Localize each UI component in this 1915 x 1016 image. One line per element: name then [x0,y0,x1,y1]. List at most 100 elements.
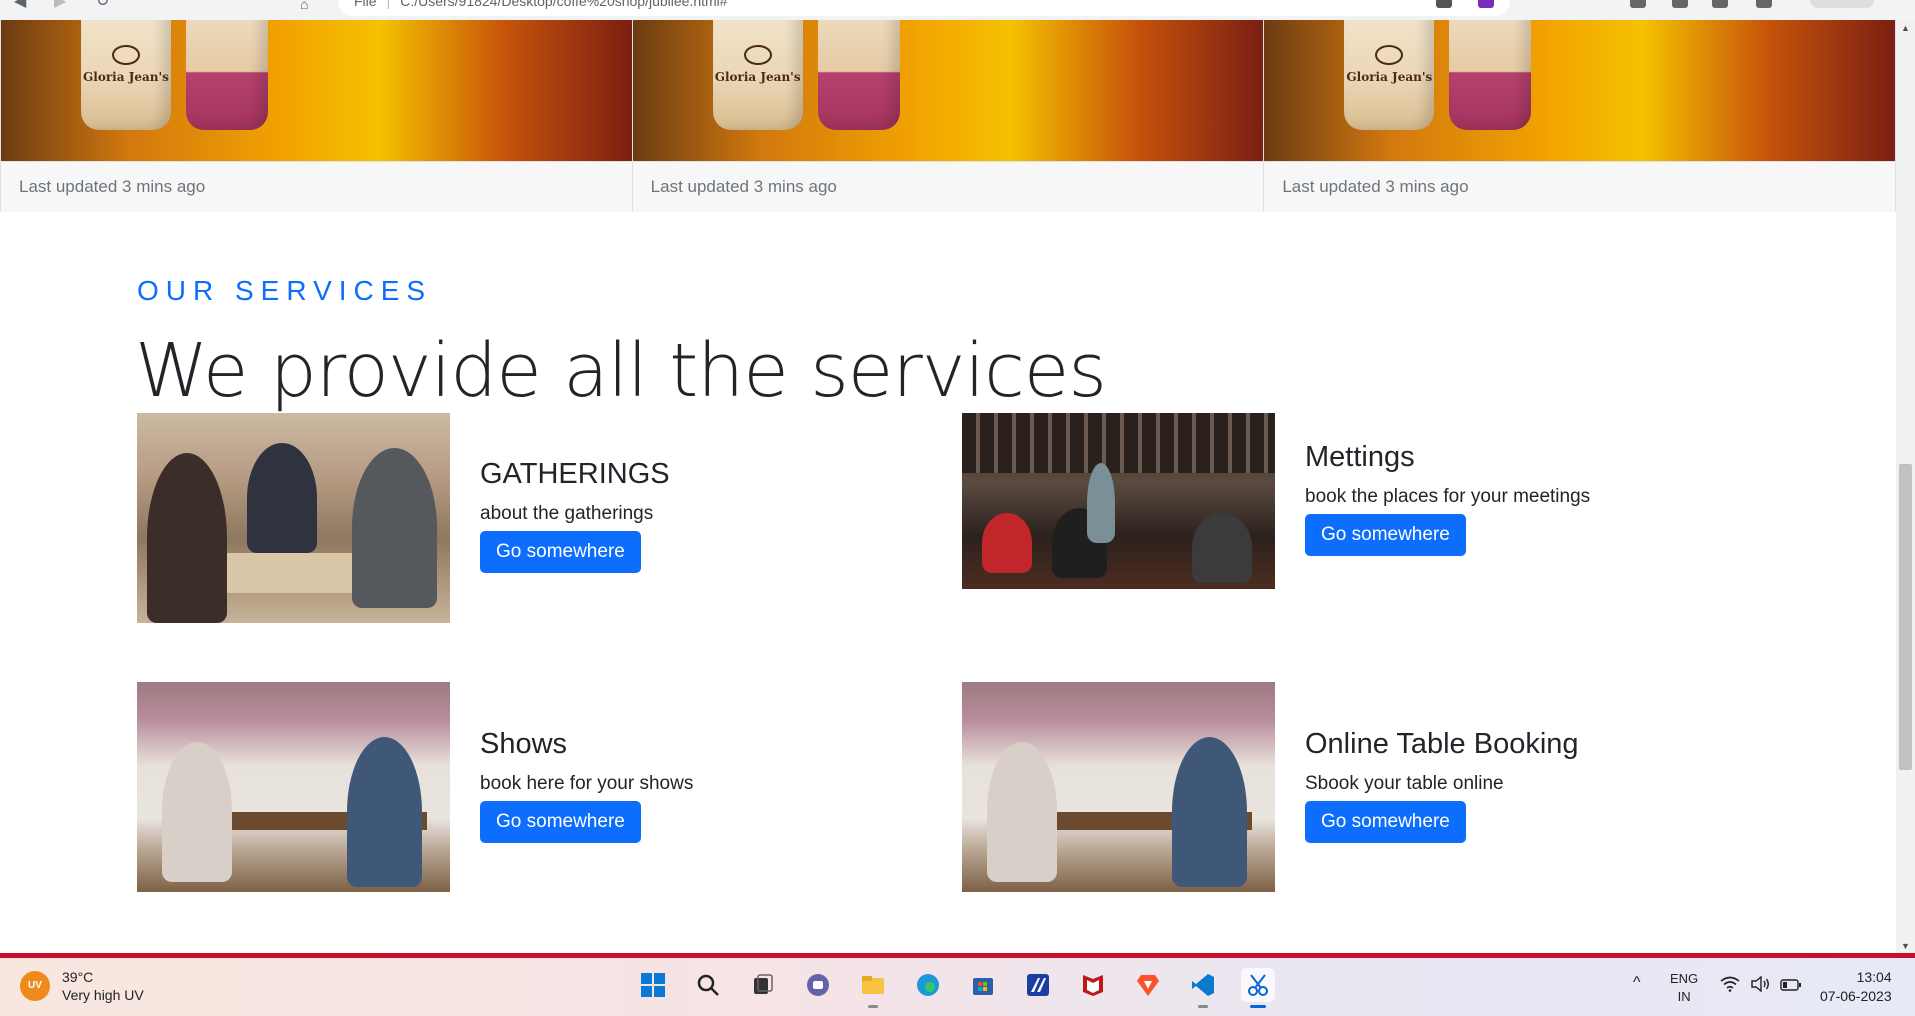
gatherings-title: GATHERINGS [480,458,670,490]
volume-icon[interactable] [1750,975,1770,995]
audience-shape [982,513,1032,573]
person-shape [352,448,437,608]
snipping-tool-icon[interactable] [1241,968,1275,1008]
cup-logo-icon [1375,45,1404,65]
language-top: ENG [1670,971,1699,986]
table-booking-image [962,682,1275,892]
mcafee-icon[interactable] [1076,968,1110,1002]
address-prefix: File [354,0,377,9]
card-image: Gloria Jean's [632,20,1264,161]
teams-chat-icon[interactable] [801,968,835,1002]
shield-extension-icon[interactable] [1436,0,1452,8]
services-tag: OUR SERVICES [137,275,433,306]
weather-widget[interactable]: UV 39°C Very high UV [20,968,144,1004]
back-icon[interactable]: ◀ [14,0,30,10]
taskbar: UV 39°C Very high UV ^ ENG IN 13:04 07-0… [0,958,1915,1016]
meetings-title: Mettings [1305,441,1415,473]
task-view-icon[interactable] [746,968,780,1002]
card: Gloria Jean's Last updated 3 mins ago [632,20,1265,212]
clock[interactable]: 13:04 07-06-2023 [1820,968,1892,1006]
card-footer: Last updated 3 mins ago [1,161,632,212]
cup-logo-icon [743,45,772,65]
edge-browser-icon[interactable] [911,968,945,1002]
profile-button[interactable] [1810,0,1874,8]
roof-beams-shape [962,413,1275,473]
scrollbar-thumb[interactable] [1899,464,1912,770]
card: Gloria Jean's Last updated 3 mins ago [0,20,633,212]
person-shape [1172,737,1247,887]
cup-brand: Gloria Jean's [1346,70,1433,84]
gatherings-image [137,413,450,623]
file-explorer-icon[interactable] [856,968,890,1008]
card-image: Gloria Jean's [1264,20,1896,161]
audience-shape [1192,513,1252,583]
scroll-up-icon[interactable]: ▲ [1899,22,1912,34]
cup-logo-icon [112,45,140,65]
card: Gloria Jean's Last updated 3 mins ago [1264,20,1896,212]
person-shape [162,742,232,882]
cast-icon[interactable] [1630,0,1646,8]
shows-text: book here for your shows [480,773,694,794]
vscode-icon[interactable] [1186,968,1220,1008]
running-indicator [868,1005,878,1008]
running-indicator [1250,1005,1266,1008]
address-separator: | [386,0,391,9]
table-booking-title: Online Table Booking [1305,728,1579,760]
meetings-go-button[interactable]: Go somewhere [1305,514,1466,556]
gatherings-body: GATHERINGS about the gatherings Go somew… [480,458,670,573]
language-bottom: IN [1677,989,1691,1004]
tab-search-icon[interactable] [1712,0,1728,8]
coffee-cup-image: Gloria Jean's [81,20,171,130]
taskbar-apps [636,968,1275,1008]
meetings-image [962,413,1275,589]
address-url: C:/Users/91824/Desktop/coffe%20shop/jubi… [400,0,728,9]
scroll-down-icon[interactable]: ▼ [1899,940,1912,952]
table-booking-text: Sbook your table online [1305,773,1504,794]
shows-body: Shows book here for your shows Go somewh… [480,728,693,843]
coffee-cup-image: Gloria Jean's [712,20,803,130]
cup-brand: Gloria Jean's [714,70,801,84]
shows-image [137,682,450,892]
weather-text: 39°C Very high UV [62,968,144,1004]
temperature: 39°C [62,969,94,985]
clock-date: 07-06-2023 [1820,988,1892,1004]
shows-title: Shows [480,728,568,760]
windows-start-icon[interactable] [636,968,670,1002]
browser-toolbar: ◀ ▶ ↻ ⌂ File | C:/Users/91824/Desktop/co… [0,0,1915,20]
meetings-body: Mettings book the places for your meetin… [1305,441,1590,556]
home-icon[interactable]: ⌂ [300,0,308,12]
card-footer: Last updated 3 mins ago [632,161,1264,212]
person-shape [987,742,1057,882]
address-bar[interactable]: ⌂ File | C:/Users/91824/Desktop/coffe%20… [300,0,1510,16]
weather-desc: Very high UV [62,987,144,1003]
battery-icon[interactable] [1780,978,1802,994]
gatherings-text: about the gatherings [480,503,654,524]
table-booking-body: Online Table Booking Sbook your table on… [1305,728,1579,843]
page-content: Gloria Jean's Last updated 3 mins ago Gl… [0,20,1896,954]
person-shape [147,453,227,623]
forward-icon[interactable]: ▶ [54,0,70,10]
wifi-icon[interactable] [1720,976,1740,995]
triangle-extension-icon[interactable] [1478,0,1494,8]
coffee-cup-image [1449,20,1532,130]
clock-time: 13:04 [1856,969,1892,985]
language-indicator[interactable]: ENG IN [1670,970,1698,1006]
reload-icon[interactable]: ↻ [96,0,112,10]
microsoft-store-icon[interactable] [966,968,1000,1002]
uv-icon: UV [20,971,50,1001]
sidebar-icon[interactable] [1756,0,1772,8]
shows-go-button[interactable]: Go somewhere [480,801,641,843]
person-shape [247,443,317,553]
services-heading: We provide all the services [135,328,1107,414]
cup-brand: Gloria Jean's [83,70,169,84]
table-booking-go-button[interactable]: Go somewhere [1305,801,1466,843]
gatherings-go-button[interactable]: Go somewhere [480,531,641,573]
brave-browser-icon[interactable] [1131,968,1165,1002]
show-hidden-icons-icon[interactable]: ^ [1633,974,1641,992]
person-shape [347,737,422,887]
app-icon[interactable] [1021,968,1055,1002]
meetings-text: book the places for your meetings [1305,486,1591,507]
coffee-cup-image: Gloria Jean's [1344,20,1435,130]
download-icon[interactable] [1672,0,1688,8]
search-icon[interactable] [691,968,725,1002]
